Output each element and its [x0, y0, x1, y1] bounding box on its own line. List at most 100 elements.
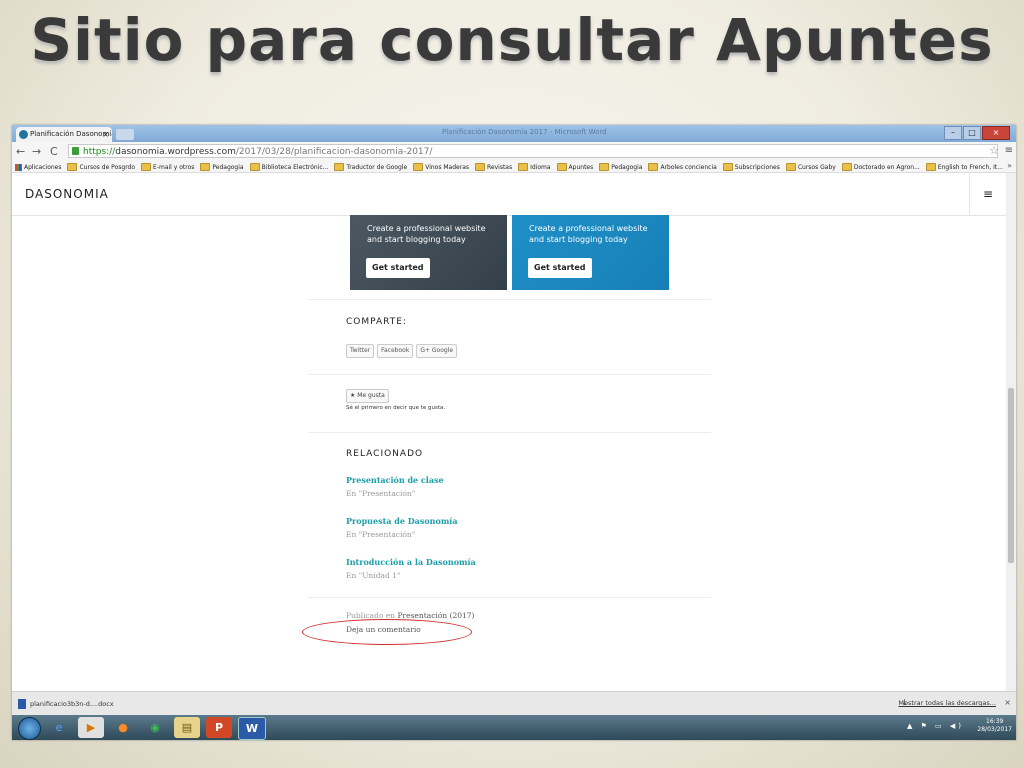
facebook-share-button[interactable]: Facebook	[377, 344, 414, 358]
ad-banner[interactable]: Create a professional website and start …	[350, 215, 507, 290]
downloads-bar: planificacio3b3n-d....docx ↓ Mostrar tod…	[12, 691, 1016, 716]
bookmark-item[interactable]: Apuntes	[556, 163, 594, 171]
google-share-button[interactable]: G+ Google	[416, 344, 458, 358]
wordpress-icon	[19, 130, 28, 139]
reload-icon[interactable]: C	[50, 145, 58, 158]
scrollbar-thumb[interactable]	[1008, 388, 1014, 563]
bookmark-item[interactable]: Revistas	[475, 163, 512, 171]
bookmark-item[interactable]: Cursos de Posgrdo	[67, 163, 135, 171]
share-buttons: Twitter Facebook G+ Google	[346, 344, 458, 358]
new-tab-button[interactable]	[116, 129, 134, 140]
bookmark-item[interactable]: Pedagogia	[200, 163, 244, 171]
download-item[interactable]: planificacio3b3n-d....docx	[16, 696, 114, 712]
lock-icon	[72, 147, 79, 155]
ad-text: Create a professional website and start …	[367, 224, 486, 244]
close-downloads-icon[interactable]: ×	[1004, 698, 1011, 707]
folder-icon	[841, 163, 852, 171]
web-page: DASONOMIA ≡ Create a professional websit…	[12, 173, 1006, 691]
bookmark-label: Cursos Gaby	[797, 163, 836, 171]
bookmark-label: Idioma	[530, 163, 551, 171]
browser-title-bar: Planificación Dasonomía × Planificación …	[12, 125, 1016, 142]
like-button[interactable]: ★ Me gusta	[346, 389, 389, 403]
media-player-icon[interactable]: ▶	[78, 717, 104, 738]
bookmark-label: Cursos de Posgrdo	[79, 163, 136, 171]
bookmark-label: English to French, It...	[937, 163, 1003, 171]
bookmark-item[interactable]: Idioma	[518, 163, 551, 171]
bookmark-item[interactable]: E-mail y otros	[141, 163, 194, 171]
folder-icon	[648, 163, 659, 171]
back-icon[interactable]: ←	[16, 145, 25, 158]
system-tray-icons[interactable]: ▲ ⚑ ▭ ◀)	[907, 722, 964, 730]
address-bar[interactable]: https://dasonomia.wordpress.com/2017/03/…	[68, 144, 999, 158]
bookmark-label: Doctorado en Agron...	[853, 163, 920, 171]
internet-explorer-icon[interactable]: e	[46, 717, 72, 738]
bookmark-item[interactable]: Aplicaciones	[15, 163, 61, 171]
divider	[308, 374, 711, 375]
divider	[308, 299, 711, 300]
bookmark-item[interactable]: Traductor de Google	[334, 163, 407, 171]
clock-date: 28/03/2017	[977, 726, 1012, 733]
ad-text: Create a professional website and start …	[529, 224, 648, 244]
bookmark-label: Traductor de Google	[346, 163, 408, 171]
tab-close-icon[interactable]: ×	[102, 127, 109, 142]
bookmark-star-icon[interactable]: ☆	[989, 144, 999, 158]
bookmark-item[interactable]: Vinos Maderas	[413, 163, 469, 171]
explorer-folder-icon[interactable]: ▤	[174, 717, 200, 738]
folder-icon	[200, 163, 211, 171]
forward-icon[interactable]: →	[32, 145, 41, 158]
windows-taskbar: e ▶ ● ◉ ▤ P W ▲ ⚑ ▭ ◀) 16:39 28/03/2017	[12, 715, 1016, 740]
url-host: dasonomia.wordpress.com	[115, 147, 236, 157]
bookmarks-more-icon[interactable]: »	[1007, 161, 1012, 170]
apps-grid-icon	[15, 163, 22, 171]
bookmark-item[interactable]: Biblioteca Electrónic...	[249, 163, 329, 171]
bookmark-item[interactable]: English to French, It...	[925, 163, 1003, 171]
bookmark-label: Pedagogia	[611, 163, 643, 171]
bookmark-label: Vinos Maderas	[425, 163, 470, 171]
bookmark-label: Pedagogia	[212, 163, 244, 171]
bookmark-label: Biblioteca Electrónic...	[261, 163, 329, 171]
ad-banner[interactable]: Create a professional website and start …	[512, 215, 669, 290]
clock-time: 16:39	[986, 718, 1004, 725]
related-post-link[interactable]: Propuesta de Dasonomía	[346, 516, 458, 526]
start-button[interactable]	[18, 717, 41, 740]
close-window-button[interactable]: ×	[982, 126, 1010, 140]
folder-icon	[413, 163, 424, 171]
bookmark-item[interactable]: Subscripciones	[722, 163, 780, 171]
firefox-icon[interactable]: ●	[110, 717, 136, 738]
related-post-link[interactable]: Introducción a la Dasonomía	[346, 557, 476, 567]
related-heading: RELACIONADO	[346, 449, 424, 459]
bookmark-item[interactable]: Pedagogia	[599, 163, 642, 171]
hamburger-menu-icon[interactable]: ≡	[969, 173, 1006, 215]
slide-title: Sitio para consultar Apuntes	[30, 6, 994, 74]
get-started-button[interactable]: Get started	[528, 258, 592, 278]
related-post-link[interactable]: Presentación de clase	[346, 475, 444, 485]
site-title[interactable]: DASONOMIA	[25, 187, 109, 201]
divider	[308, 432, 711, 433]
browser-tab[interactable]: Planificación Dasonomía ×	[16, 127, 112, 142]
browser-menu-icon[interactable]: ≡	[1005, 145, 1013, 156]
bookmark-item[interactable]: Doctorado en Agron...	[841, 163, 920, 171]
maximize-button[interactable]: □	[963, 126, 981, 140]
folder-icon	[925, 163, 936, 171]
folder-icon	[475, 163, 486, 171]
bookmark-label: Arboles conciencia	[660, 163, 717, 171]
twitter-share-button[interactable]: Twitter	[346, 344, 375, 358]
bookmark-item[interactable]: Arboles conciencia	[648, 163, 717, 171]
clock[interactable]: 16:39 28/03/2017	[977, 718, 1012, 734]
folder-icon	[599, 163, 610, 171]
show-all-downloads-link[interactable]: Mostrar todas las descargas...	[898, 699, 996, 707]
get-started-button[interactable]: Get started	[366, 258, 430, 278]
chrome-icon[interactable]: ◉	[142, 717, 168, 738]
share-heading: COMPARTE:	[346, 317, 407, 327]
folder-icon	[518, 163, 529, 171]
related-post-category: En "Presentación"	[346, 530, 416, 539]
word-icon[interactable]: W	[238, 717, 266, 740]
bookmark-label: Apuntes	[568, 163, 594, 171]
browser-screenshot: Planificación Dasonomía × Planificación …	[12, 125, 1016, 740]
bookmark-label: E-mail y otros	[153, 163, 195, 171]
powerpoint-icon[interactable]: P	[206, 717, 232, 738]
bookmark-item[interactable]: Cursos Gaby	[785, 163, 836, 171]
folder-icon	[556, 163, 567, 171]
minimize-button[interactable]: –	[944, 126, 962, 140]
window-title: Planificación Dasonomía 2017 - Microsoft…	[442, 128, 607, 136]
